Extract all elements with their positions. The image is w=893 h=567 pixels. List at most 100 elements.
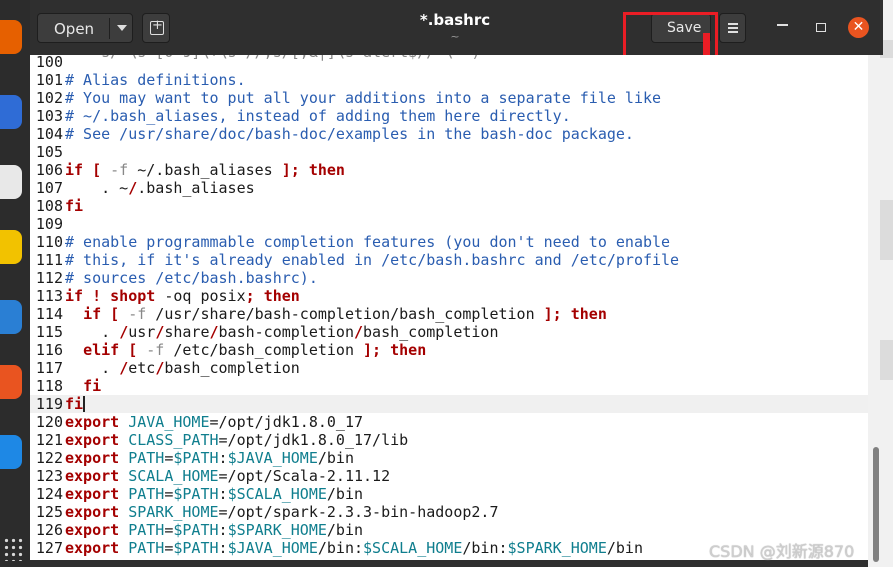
code-token: /bin [606,539,643,557]
header-bar: Open + *.bashrc ~ Save ✕ [30,0,883,55]
code-line[interactable]: 121 export CLASS_PATH=/opt/jdk1.8.0_17/li… [30,431,868,449]
code-token: PATH [128,485,165,503]
code-token: / [119,359,129,377]
code-line[interactable]: 125 export SPARK_HOME=/opt/spark-2.3.3-bi… [30,503,868,521]
hamburger-menu-button[interactable] [719,13,746,43]
code-line[interactable]: 102 # You may want to put all your additi… [30,89,868,107]
code-line[interactable]: 103 # ~/.bash_aliases, instead of adding … [30,107,868,125]
code-line[interactable]: 110 # enable programmable completion feat… [30,233,868,251]
code-line[interactable]: 112 # sources /etc/bash.bashrc). [30,269,868,287]
code-token: . ~ [65,179,129,197]
code-token: / [119,323,129,341]
code-token: $PATH [173,449,219,467]
code-line[interactable]: 116 elif [ -f /etc/bash_completion ]; th… [30,341,868,359]
code-line[interactable]: 111 # this, if it's already enabled in /e… [30,251,868,269]
code-token: / [128,179,138,197]
code-line[interactable]: 119 fi [30,395,868,413]
line-number: 108 [35,197,63,215]
code-line[interactable]: 100 [30,55,868,71]
code-token: # enable programmable completion feature… [65,233,671,251]
code-line[interactable]: 104 # See /usr/share/doc/bash-doc/example… [30,125,868,143]
software-icon[interactable] [0,365,22,399]
firefox-icon[interactable] [0,20,22,54]
code-token: if [65,287,84,305]
open-button[interactable]: Open [37,13,133,43]
code-line[interactable]: 118 fi [30,377,868,395]
code-line[interactable]: 105 [30,143,868,161]
code-token: # sources /etc/bash.bashrc). [65,269,318,287]
line-number: 124 [35,485,63,503]
code-line[interactable]: 114 if [ -f /usr/share/bash-completion/b… [30,305,868,323]
code-line[interactable]: 120 export JAVA_HOME=/opt/jdk1.8.0_17 [30,413,868,431]
app-dock [0,0,30,567]
line-number: 116 [35,341,63,359]
code-token: # Alias definitions. [65,71,246,89]
code-token: /bin: [317,539,364,557]
show-applications-icon[interactable] [3,537,23,561]
code-token: / [155,359,165,377]
code-line[interactable]: 101 # Alias definitions. [30,71,868,89]
code-token: $PATH [173,485,219,503]
watermark: CSDN @刘新源870 [709,542,855,561]
line-number: 106 [35,161,63,179]
line-number: 117 [35,359,63,377]
code-line[interactable]: 123 export SCALA_HOME=/opt/Scala-2.11.12 [30,467,868,485]
minimize-icon[interactable] [777,24,788,26]
code-line[interactable]: 113 if ! shopt -oq posix; then [30,287,868,305]
code-token: # this, if it's already enabled in /etc/… [65,251,680,269]
code-token: $PATH [173,521,219,539]
close-icon[interactable]: ✕ [848,17,869,38]
line-number: 118 [35,377,63,395]
line-number: 103 [35,107,63,125]
code-token: / [354,323,364,341]
writer-icon[interactable] [0,300,22,334]
chevron-down-icon[interactable] [117,25,127,31]
background-window [868,0,893,567]
thunderbird-icon[interactable] [0,95,22,129]
line-number: 100 [35,55,63,71]
code-token: JAVA_HOME [128,413,210,431]
code-token: ]; [543,305,562,323]
code-token: then [570,305,607,323]
files-icon[interactable] [0,165,22,199]
code-token: =/opt/spark-2.3.3-bin-hadoop2.7 [218,503,499,521]
code-token: $JAVA_HOME [227,449,318,467]
maximize-icon[interactable] [816,23,826,32]
code-token: : [218,521,228,539]
code-token: export [65,539,120,557]
text-editor[interactable]: s/^\s*[0-9]\+\s*//;s/[;&|]\s*alert$//'\'… [30,55,868,567]
code-line[interactable]: 107 . ~/.bash_aliases [30,179,868,197]
help-icon[interactable] [0,435,22,469]
code-line[interactable]: 126 export PATH=$PATH:$SPARK_HOME/bin [30,521,868,539]
code-token: $PATH [173,539,219,557]
code-line[interactable]: 106 if [ -f ~/.bash_aliases ]; then [30,161,868,179]
code-token: ~/.bash_aliases [128,161,282,179]
line-number: 105 [35,143,63,161]
new-tab-button[interactable]: + [142,13,170,43]
code-line[interactable]: 109 [30,215,868,233]
code-line[interactable]: 122 export PATH=$PATH:$JAVA_HOME/bin [30,449,868,467]
code-token: bash-completion [218,323,354,341]
code-line[interactable]: 124 export PATH=$PATH:$SCALA_HOME/bin [30,485,868,503]
code-line[interactable]: 108 fi [30,197,868,215]
code-token: /bin [326,485,364,503]
line-number: 102 [35,89,63,107]
rhythmbox-icon[interactable] [0,230,22,264]
annotation-mark [703,33,710,55]
code-line[interactable]: 115 . /usr/share/bash-completion/bash_co… [30,323,868,341]
code-token: bash_completion [164,359,300,377]
code-token: -f [110,161,129,179]
vertical-scrollbar[interactable] [873,447,879,562]
code-token: export [65,413,120,431]
code-line[interactable]: 117 . /etc/bash_completion [30,359,868,377]
code-token: ]; [281,161,300,179]
code-token: [ [92,161,102,179]
